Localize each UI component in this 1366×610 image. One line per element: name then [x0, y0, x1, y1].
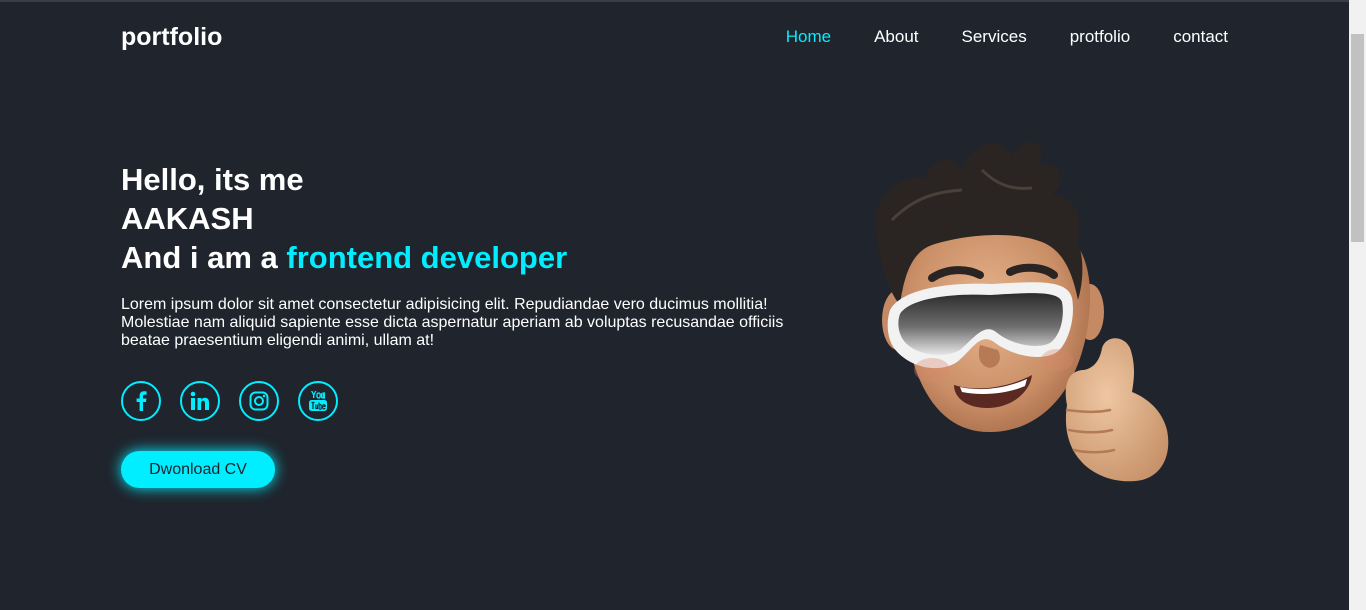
role-prefix: And i am a [121, 240, 287, 275]
memoji-avatar [862, 130, 1182, 490]
nav-about[interactable]: About [874, 27, 918, 47]
hero-description: Lorem ipsum dolor sit amet consectetur a… [121, 296, 784, 349]
hero-name: AAKASH [121, 201, 254, 236]
download-cv-button[interactable]: Dwonload CV [121, 451, 275, 488]
hero-role: And i am a frontend developer [121, 238, 821, 277]
instagram-icon [249, 391, 269, 411]
linkedin-link[interactable] [180, 381, 220, 421]
nav-portfolio[interactable]: protfolio [1070, 27, 1130, 47]
hero-content: Hello, its me AAKASH And i am a frontend… [121, 160, 821, 488]
facebook-link[interactable] [121, 381, 161, 421]
header: portfolio Home About Services protfolio … [121, 20, 1228, 54]
role-accent: frontend developer [286, 240, 568, 275]
main-nav: Home About Services protfolio contact [743, 27, 1228, 47]
youtube-link[interactable] [298, 381, 338, 421]
greeting: Hello, its me [121, 162, 304, 197]
nav-contact[interactable]: contact [1173, 27, 1228, 47]
logo[interactable]: portfolio [121, 23, 222, 52]
page: portfolio Home About Services protfolio … [0, 0, 1349, 610]
nav-services[interactable]: Services [962, 27, 1027, 47]
facebook-icon [136, 391, 147, 411]
linkedin-icon [190, 391, 209, 410]
youtube-icon [309, 391, 327, 411]
scrollbar-thumb[interactable] [1351, 34, 1364, 242]
social-links [121, 381, 821, 421]
instagram-link[interactable] [239, 381, 279, 421]
nav-home[interactable]: Home [786, 27, 831, 47]
